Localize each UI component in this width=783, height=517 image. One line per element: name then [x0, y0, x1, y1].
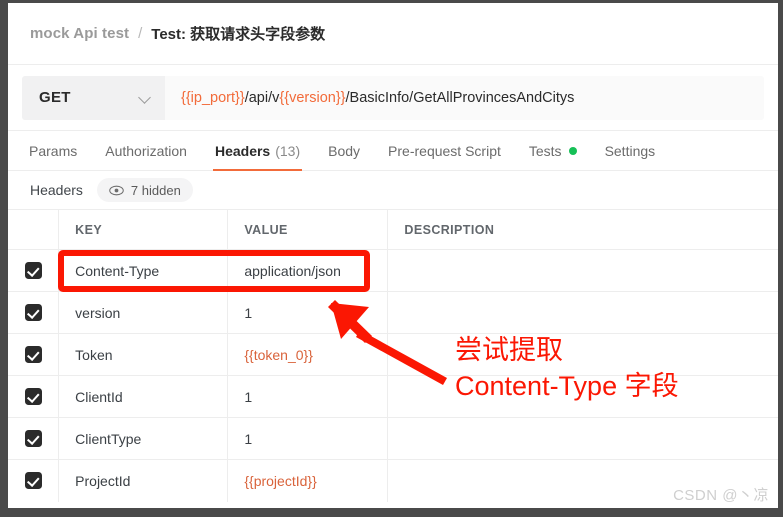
- row-checkbox-cell[interactable]: [8, 291, 60, 334]
- table-header-key: KEY: [58, 209, 229, 250]
- row-value-cell[interactable]: {{projectId}}: [227, 459, 389, 502]
- tab-body[interactable]: Body: [314, 131, 374, 170]
- row-description-cell[interactable]: [387, 249, 778, 292]
- row-checkbox[interactable]: [24, 430, 42, 447]
- row-value-cell[interactable]: {{token_0}}: [227, 333, 389, 376]
- row-key-cell[interactable]: version: [58, 291, 229, 334]
- row-checkbox[interactable]: [24, 472, 42, 490]
- chevron-down-icon: [140, 92, 151, 103]
- url-segment-2: {{version}}: [279, 89, 346, 106]
- hidden-headers-toggle[interactable]: 7 hidden: [96, 178, 193, 202]
- row-value-cell[interactable]: 1: [227, 417, 389, 460]
- tab-label: Tests: [528, 142, 562, 159]
- table-header-description: DESCRIPTION: [387, 209, 778, 250]
- row-checkbox[interactable]: [24, 304, 42, 321]
- row-checkbox-cell[interactable]: [8, 417, 60, 460]
- table-row[interactable]: Token {{token_0}}: [8, 333, 778, 376]
- request-url-input[interactable]: {{ip_port}}/api/v{{version}}/BasicInfo/G…: [165, 75, 764, 120]
- tab-label: Settings: [604, 142, 656, 159]
- headers-table: KEY VALUE DESCRIPTION Content-Type applic…: [8, 209, 778, 502]
- row-description-cell[interactable]: [387, 459, 778, 502]
- postman-request-panel: mock Api test / Test: 获取请求头字段参数 GET {{ip…: [8, 3, 778, 508]
- breadcrumb-current-request[interactable]: Test: 获取请求头字段参数: [151, 23, 325, 44]
- tab-label: Params: [29, 142, 78, 159]
- row-checkbox-cell[interactable]: [8, 333, 60, 376]
- request-url-bar: GET {{ip_port}}/api/v{{version}}/BasicIn…: [8, 65, 778, 131]
- table-header-checkbox-col: [8, 209, 60, 250]
- row-key-cell[interactable]: ClientType: [58, 417, 229, 460]
- row-checkbox[interactable]: [24, 388, 42, 405]
- tab-label: Pre-request Script: [388, 142, 501, 159]
- table-header-value: VALUE: [227, 209, 389, 250]
- row-checkbox[interactable]: [24, 262, 42, 279]
- row-checkbox-cell[interactable]: [8, 249, 60, 292]
- tab-tests[interactable]: Tests: [515, 131, 591, 170]
- breadcrumb: mock Api test / Test: 获取请求头字段参数: [8, 3, 778, 65]
- table-row[interactable]: ClientId 1: [8, 375, 778, 418]
- row-key-cell[interactable]: Content-Type: [58, 249, 229, 292]
- table-row[interactable]: ProjectId {{projectId}}: [8, 459, 778, 502]
- tab-label: Authorization: [105, 142, 187, 159]
- table-row[interactable]: ClientType 1: [8, 417, 778, 460]
- hidden-headers-count: 7 hidden: [130, 182, 181, 198]
- row-key-cell[interactable]: ProjectId: [58, 459, 229, 502]
- url-segment-1: /api/v: [244, 89, 280, 106]
- table-row[interactable]: version 1: [8, 291, 778, 334]
- tab-settings[interactable]: Settings: [591, 131, 670, 170]
- row-checkbox-cell[interactable]: [8, 375, 60, 418]
- tab-label: Headers: [214, 142, 271, 159]
- tab-label: Body: [328, 142, 361, 159]
- request-tabs: Params Authorization Headers (13) Body Pre-re…: [8, 131, 778, 171]
- tab-authorization[interactable]: Authorization: [91, 131, 201, 170]
- row-value-cell[interactable]: 1: [227, 375, 389, 418]
- http-method-label: GET: [39, 89, 71, 106]
- headers-subbar: Headers 7 hidden: [8, 171, 778, 209]
- row-checkbox[interactable]: [24, 346, 42, 363]
- row-description-cell[interactable]: [387, 291, 778, 334]
- http-method-select[interactable]: GET: [22, 75, 165, 120]
- url-segment-0: {{ip_port}}: [181, 89, 245, 106]
- status-dot-icon: [568, 146, 577, 155]
- tab-headers[interactable]: Headers (13): [201, 131, 314, 171]
- row-description-cell[interactable]: [387, 375, 778, 418]
- breadcrumb-collection[interactable]: mock Api test: [30, 25, 129, 42]
- row-checkbox-cell[interactable]: [8, 459, 60, 502]
- table-row[interactable]: Content-Type application/json: [8, 249, 778, 292]
- row-key-cell[interactable]: ClientId: [58, 375, 229, 418]
- url-segment-3: /BasicInfo/GetAllProvincesAndCitys: [345, 89, 575, 106]
- eye-icon: [109, 185, 124, 196]
- row-description-cell[interactable]: [387, 333, 778, 376]
- tab-count: (13): [275, 142, 301, 159]
- horizontal-scrollbar[interactable]: [8, 508, 778, 514]
- row-key-cell[interactable]: Token: [58, 333, 229, 376]
- table-header-row: KEY VALUE DESCRIPTION: [8, 209, 778, 250]
- breadcrumb-separator: /: [138, 25, 143, 42]
- row-value-cell[interactable]: application/json: [227, 249, 389, 292]
- row-value-cell[interactable]: 1: [227, 291, 389, 334]
- row-description-cell[interactable]: [387, 417, 778, 460]
- tab-params[interactable]: Params: [22, 131, 91, 170]
- tab-pre-request-script[interactable]: Pre-request Script: [374, 131, 515, 170]
- headers-section-title: Headers: [30, 182, 83, 198]
